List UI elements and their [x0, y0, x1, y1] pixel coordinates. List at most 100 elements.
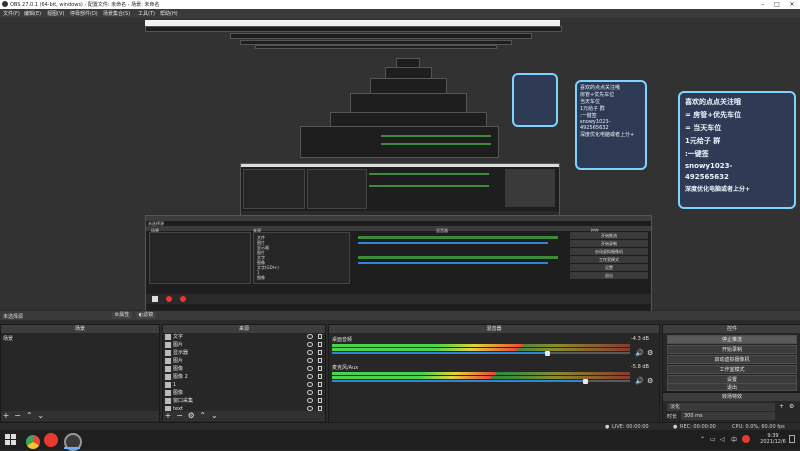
menu-help[interactable]: 帮助(H) [160, 10, 178, 17]
volume-meter-level [332, 372, 496, 375]
speaker-icon[interactable]: 🔊 [635, 377, 644, 385]
menu-docks[interactable]: 停靠部件(D) [70, 10, 98, 17]
lock-icon[interactable] [318, 374, 322, 379]
source-item[interactable]: 图像 2 [165, 373, 325, 381]
visibility-icon[interactable] [307, 350, 313, 355]
move-down-button[interactable]: ⌄ [37, 412, 45, 420]
visibility-icon[interactable] [307, 334, 313, 339]
mixer-channel-db: -5.8 dB [631, 364, 649, 370]
gear-icon[interactable]: ⚙ [647, 349, 653, 357]
lock-icon[interactable] [318, 350, 322, 355]
tray-app-icon[interactable] [742, 435, 750, 443]
visibility-icon[interactable] [307, 382, 313, 387]
volume-slider-handle[interactable] [545, 351, 550, 356]
nested-strip [230, 33, 532, 39]
maximize-button[interactable]: □ [770, 0, 784, 9]
visibility-icon[interactable] [307, 398, 313, 403]
studio-mode-button[interactable]: 工作室模式 [667, 365, 797, 374]
nested-strip [255, 45, 497, 49]
add-scene-button[interactable]: + [2, 412, 10, 420]
network-icon[interactable]: ▭ [710, 436, 716, 443]
image-icon [165, 357, 171, 364]
add-source-button[interactable]: + [164, 412, 172, 420]
image-icon [165, 341, 171, 348]
visibility-icon[interactable] [307, 374, 313, 379]
visibility-icon[interactable] [307, 390, 313, 395]
lock-icon[interactable] [318, 398, 322, 403]
lock-icon[interactable] [318, 358, 322, 363]
volume-meter-level [332, 376, 491, 379]
visibility-icon[interactable] [307, 358, 313, 363]
stop-streaming-button[interactable]: 停止推流 [667, 335, 797, 344]
filters-button[interactable]: ◐滤镜 [136, 312, 156, 319]
lock-icon[interactable] [318, 390, 322, 395]
volume-slider-fill [332, 380, 585, 382]
visibility-icon[interactable] [307, 342, 313, 347]
overlay-card-tiny [512, 73, 558, 127]
nested-preview-level [300, 126, 499, 158]
lock-icon[interactable] [318, 334, 322, 339]
mixer-channel-name: 桌面音频 [332, 337, 353, 343]
volume-slider-handle[interactable] [583, 379, 588, 384]
menu-edit[interactable]: 编辑(E) [24, 10, 41, 17]
image-icon [165, 365, 171, 372]
input-language[interactable]: 中 [731, 435, 737, 444]
windows-start-icon[interactable] [5, 434, 17, 446]
menu-tools[interactable]: 工具(T) [138, 10, 155, 17]
minimize-button[interactable]: – [756, 0, 770, 9]
lock-icon[interactable] [318, 382, 322, 387]
speaker-icon[interactable]: 🔊 [635, 349, 644, 357]
mixer-channel-name: 麦克风/Aux [332, 365, 359, 371]
gear-icon[interactable]: ⚙ [647, 377, 653, 385]
weibo-icon[interactable] [44, 433, 58, 447]
chevron-up-icon[interactable]: ⌃ [700, 436, 705, 443]
move-up-button[interactable]: ⌃ [199, 412, 207, 420]
lock-icon[interactable] [318, 342, 322, 347]
no-source-label: 未选择源 [3, 314, 24, 320]
transitions-dock: 转场特效 淡化 + ⚙ 时长 300 ms [662, 392, 800, 424]
scene-item[interactable]: 场景 [1, 335, 159, 343]
volume-icon[interactable]: ◁ [720, 436, 725, 443]
menu-file[interactable]: 文件(F) [3, 10, 20, 17]
source-item[interactable]: 图像 [165, 389, 325, 397]
notification-icon[interactable] [789, 435, 795, 443]
duration-input[interactable]: 300 ms [681, 412, 775, 420]
source-item[interactable]: 图片 [165, 357, 325, 365]
text-icon [165, 333, 171, 340]
remove-scene-button[interactable]: − [14, 412, 22, 420]
volume-meter-level [332, 348, 517, 351]
virtual-camera-button[interactable]: 启动虚拟摄像机 [667, 355, 797, 364]
menu-scene-collection[interactable]: 场景集合(S) [103, 10, 130, 17]
source-item[interactable]: 图片 [165, 341, 325, 349]
source-toolbar: 未选择源 ⚙属性 ◐滤镜 [0, 311, 800, 320]
add-transition-button[interactable]: + [779, 403, 784, 410]
clock-date: 2021/12/6 [760, 439, 786, 445]
source-item[interactable]: 文字 [165, 333, 325, 341]
menu-view[interactable]: 视图(V) [47, 10, 64, 17]
move-down-button[interactable]: ⌄ [210, 412, 218, 420]
source-item[interactable]: 窗口采集 [165, 397, 325, 405]
active-app-indicator [64, 447, 80, 449]
source-item[interactable]: 显示器 [165, 349, 325, 357]
close-button[interactable]: ✕ [785, 0, 799, 9]
visibility-icon[interactable] [307, 366, 313, 371]
remove-source-button[interactable]: − [176, 412, 184, 420]
transition-select[interactable]: 淡化 [667, 403, 775, 411]
lock-icon[interactable] [318, 366, 322, 371]
duration-label: 时长 [667, 414, 678, 420]
scenes-dock: 场景 场景 + − ⌃ ⌄ [0, 324, 160, 424]
exit-button[interactable]: 退出 [667, 383, 797, 391]
transition-gear-icon[interactable]: ⚙ [789, 403, 794, 410]
source-item[interactable]: 1 [165, 381, 325, 389]
move-up-button[interactable]: ⌃ [25, 412, 33, 420]
sources-list: 文字 图片 显示器 图片 图像 图像 2 1 图像 窗口采集 text [163, 333, 325, 413]
source-item[interactable]: 图像 [165, 365, 325, 373]
properties-button[interactable]: ⚙属性 [112, 312, 132, 319]
start-recording-button[interactable]: 开始录制 [667, 345, 797, 354]
chrome-icon[interactable] [24, 433, 42, 451]
scenes-toolbar: + − ⌃ ⌄ [1, 411, 159, 421]
image-icon [165, 373, 171, 380]
preview-canvas[interactable]: 未选择源 场景 来源 文件 图片 显示器 图片 文字 图像 文字(GDI+) 1… [0, 18, 800, 312]
source-properties-button[interactable]: ⚙ [187, 412, 195, 420]
clock[interactable]: 9:39 2021/12/6 [760, 433, 786, 445]
